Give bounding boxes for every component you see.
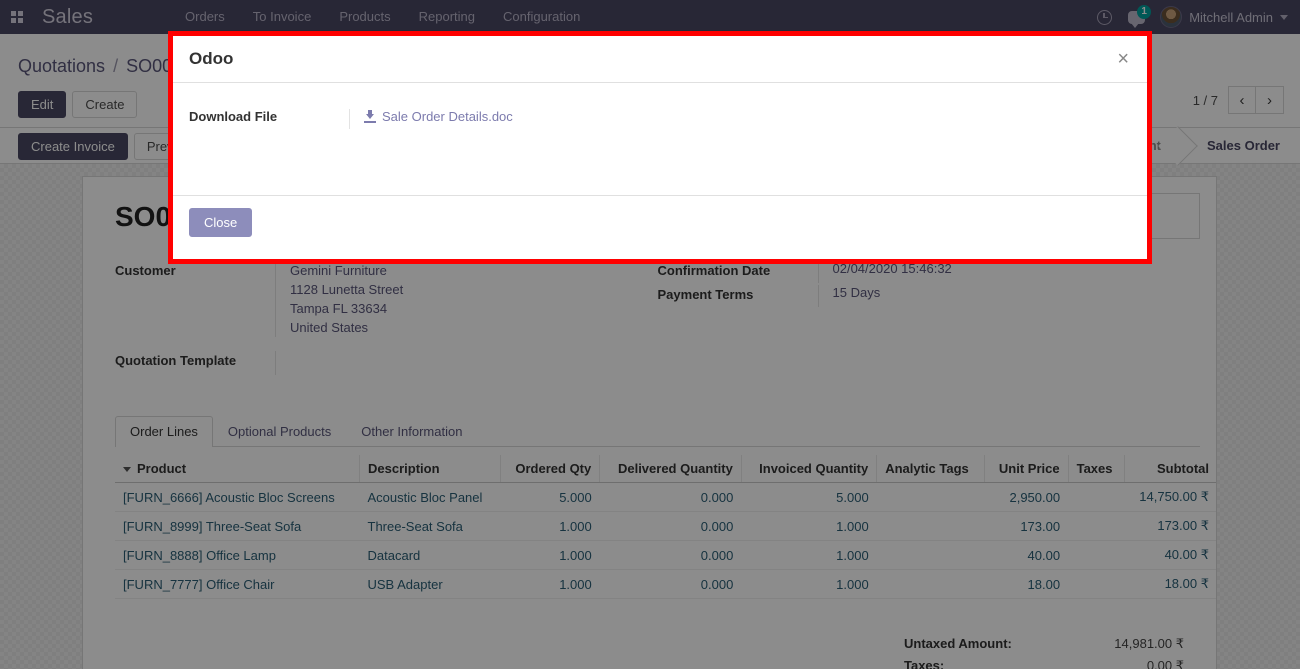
dialog-header: Odoo × — [173, 36, 1147, 83]
close-button[interactable]: Close — [189, 208, 253, 237]
close-icon[interactable]: × — [1115, 49, 1131, 69]
download-file-link[interactable]: Sale Order Details.doc — [364, 109, 513, 124]
download-file-row: Download File Sale Order Details.doc — [189, 109, 1131, 129]
dialog-body: Download File Sale Order Details.doc — [173, 83, 1147, 195]
dialog-footer: Close — [173, 195, 1147, 259]
download-file-label: Download File — [189, 109, 278, 124]
download-file-name: Sale Order Details.doc — [382, 109, 513, 124]
download-file-value: Sale Order Details.doc — [349, 109, 513, 129]
odoo-sales-order-page: Sales Orders To Invoice Products Reporti… — [0, 0, 1300, 669]
download-file-dialog: Odoo × Download File Sale Order Details.… — [168, 31, 1152, 264]
dialog-title: Odoo — [189, 49, 234, 68]
download-icon — [364, 110, 376, 123]
